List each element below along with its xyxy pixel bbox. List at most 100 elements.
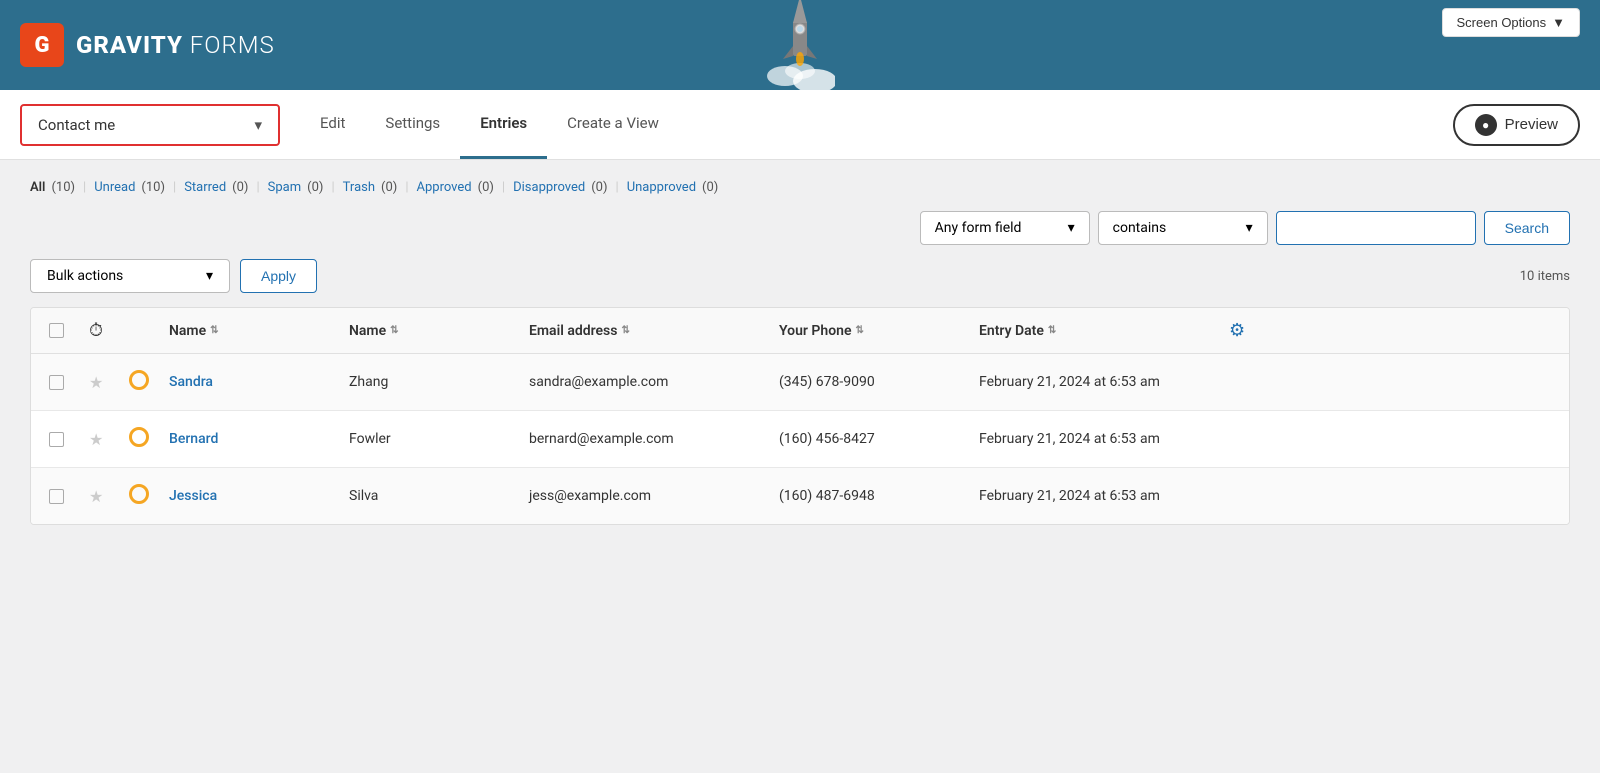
filter-approved[interactable]: Approved: [417, 180, 472, 195]
row-2-entry-date: February 21, 2024 at 6:53 am: [971, 431, 1221, 447]
filter-disapproved[interactable]: Disapproved: [513, 180, 585, 195]
nav-link-create-view[interactable]: Create a View: [547, 90, 679, 159]
star-icon[interactable]: ★: [89, 487, 103, 506]
row-2-first-name-link[interactable]: Bernard: [169, 431, 218, 447]
header-checkbox-cell: [31, 323, 81, 338]
table-header-row: ⏱ Name ⇅ Name ⇅ Email address ⇅ Your Pho…: [31, 308, 1569, 354]
logo-icon: G: [20, 23, 64, 67]
sort-icon-last-name: ⇅: [390, 325, 398, 336]
row-1-first-name-link[interactable]: Sandra: [169, 374, 213, 390]
logo: G GRAVITY FORMS: [20, 23, 275, 67]
row-1-phone: (345) 678-9090: [771, 374, 971, 390]
filter-spam[interactable]: Spam: [268, 180, 302, 195]
row-1-star[interactable]: ★: [81, 373, 121, 392]
row-2-checkbox[interactable]: [49, 432, 64, 447]
header-phone[interactable]: Your Phone ⇅: [771, 323, 971, 339]
star-icon[interactable]: ★: [89, 373, 103, 392]
field-select-dropdown[interactable]: Any form field ▾: [920, 211, 1090, 245]
actions-row: Bulk actions ▾ Apply 10 items: [30, 259, 1570, 293]
header: G GRAVITY FORMS Screen Options ▼: [0, 0, 1600, 90]
filter-unapproved-count: (0): [702, 180, 718, 195]
row-3-checkbox-cell: [31, 489, 81, 504]
entries-table: ⏱ Name ⇅ Name ⇅ Email address ⇅ Your Pho…: [30, 307, 1570, 525]
status-circle-icon: [129, 370, 149, 390]
row-1-checkbox[interactable]: [49, 375, 64, 390]
condition-select-arrow: ▾: [1246, 220, 1253, 236]
row-3-first-name-link[interactable]: Jessica: [169, 488, 217, 504]
table-row: ★ Sandra Zhang sandra@example.com (345) …: [31, 354, 1569, 411]
row-2-first-name[interactable]: Bernard: [161, 431, 341, 447]
row-2-phone: (160) 456-8427: [771, 431, 971, 447]
status-circle-icon: [129, 427, 149, 447]
row-1-first-name[interactable]: Sandra: [161, 374, 341, 390]
header-last-name[interactable]: Name ⇅: [341, 323, 521, 339]
row-3-first-name[interactable]: Jessica: [161, 488, 341, 504]
search-button[interactable]: Search: [1484, 211, 1570, 245]
row-2-checkbox-cell: [31, 432, 81, 447]
header-first-name[interactable]: Name ⇅: [161, 323, 341, 339]
logo-text: GRAVITY FORMS: [76, 31, 275, 59]
row-2-email: bernard@example.com: [521, 431, 771, 447]
filter-all-count: (10): [51, 180, 75, 195]
filter-disapproved-count: (0): [591, 180, 607, 195]
row-3-phone: (160) 487-6948: [771, 488, 971, 504]
header-gear[interactable]: ⚙: [1221, 320, 1271, 341]
select-all-checkbox[interactable]: [49, 323, 64, 338]
filter-unapproved[interactable]: Unapproved: [627, 180, 696, 195]
items-count: 10 items: [1520, 269, 1570, 284]
filter-trash-count: (0): [381, 180, 397, 195]
row-1-email: sandra@example.com: [521, 374, 771, 390]
row-1-last-name: Zhang: [341, 374, 521, 390]
filter-starred[interactable]: Starred: [184, 180, 226, 195]
table-row: ★ Bernard Fowler bernard@example.com (16…: [31, 411, 1569, 468]
apply-button[interactable]: Apply: [240, 259, 317, 293]
nav-link-entries[interactable]: Entries: [460, 90, 547, 159]
sort-icon-entry-date: ⇅: [1048, 325, 1056, 336]
sort-icon-email: ⇅: [621, 325, 629, 336]
row-1-entry-date: February 21, 2024 at 6:53 am: [971, 374, 1221, 390]
row-3-status: [121, 484, 161, 508]
header-entry-date[interactable]: Entry Date ⇅: [971, 323, 1221, 339]
filter-unread[interactable]: Unread: [94, 180, 135, 195]
row-1-status: [121, 370, 161, 394]
field-select-label: Any form field: [935, 220, 1022, 236]
row-2-star[interactable]: ★: [81, 430, 121, 449]
form-selector-value: Contact me: [38, 116, 115, 134]
field-select-arrow: ▾: [1068, 220, 1075, 236]
rocket-illustration: [765, 0, 835, 90]
table-row: ★ Jessica Silva jess@example.com (160) 4…: [31, 468, 1569, 524]
bulk-actions-arrow: ▾: [206, 268, 213, 284]
preview-eye-icon: ●: [1475, 114, 1497, 136]
star-icon[interactable]: ★: [89, 430, 103, 449]
form-selector-dropdown[interactable]: Contact me ▾: [20, 104, 280, 146]
condition-select-label: contains: [1113, 220, 1167, 236]
nav-bar: Contact me ▾ Edit Settings Entries Creat…: [0, 90, 1600, 160]
screen-options-button[interactable]: Screen Options ▼: [1442, 8, 1580, 37]
row-3-entry-date: February 21, 2024 at 6:53 am: [971, 488, 1221, 504]
condition-select-dropdown[interactable]: contains ▾: [1098, 211, 1268, 245]
sort-icon-phone: ⇅: [856, 325, 864, 336]
row-3-checkbox[interactable]: [49, 489, 64, 504]
search-input[interactable]: [1276, 211, 1476, 245]
header-email[interactable]: Email address ⇅: [521, 323, 771, 339]
row-3-last-name: Silva: [341, 488, 521, 504]
bulk-actions-label: Bulk actions: [47, 268, 123, 284]
row-3-email: jess@example.com: [521, 488, 771, 504]
row-1-checkbox-cell: [31, 375, 81, 390]
column-settings-icon[interactable]: ⚙: [1229, 320, 1245, 341]
preview-button[interactable]: ● Preview: [1453, 104, 1580, 146]
filter-all-label: All: [30, 180, 45, 195]
sort-icon-first-name: ⇅: [210, 325, 218, 336]
nav-link-settings[interactable]: Settings: [365, 90, 460, 159]
header-indicator: ⏱: [81, 320, 121, 341]
main-content: All (10) | Unread (10) | Starred (0) | S…: [0, 160, 1600, 545]
nav-link-edit[interactable]: Edit: [300, 90, 365, 159]
nav-links: Edit Settings Entries Create a View: [300, 90, 679, 159]
row-3-star[interactable]: ★: [81, 487, 121, 506]
filter-spam-count: (0): [307, 180, 323, 195]
filter-starred-count: (0): [232, 180, 248, 195]
filter-trash[interactable]: Trash: [343, 180, 375, 195]
search-row: Any form field ▾ contains ▾ Search: [30, 211, 1570, 245]
bulk-actions-dropdown[interactable]: Bulk actions ▾: [30, 259, 230, 293]
filter-unread-count: (10): [141, 180, 165, 195]
